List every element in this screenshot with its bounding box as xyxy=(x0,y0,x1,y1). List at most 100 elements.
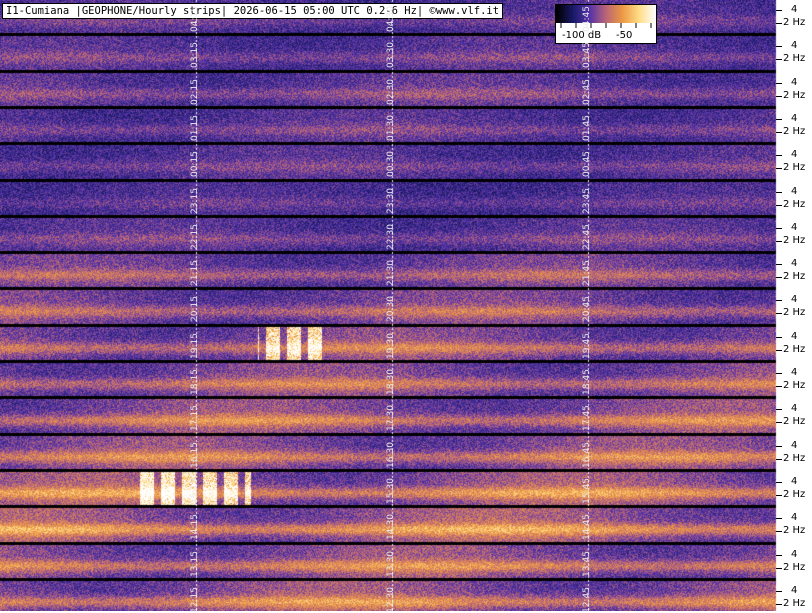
time-label: 00:45 xyxy=(582,151,592,177)
frequency-tick-mark xyxy=(776,96,782,97)
frequency-tick-mark xyxy=(776,300,782,301)
frequency-tick-mark xyxy=(776,446,782,447)
time-label: 15:30 xyxy=(386,478,396,504)
time-label: 12:30 xyxy=(386,587,396,613)
time-label: 00:15 xyxy=(190,151,200,177)
time-label: 17:45 xyxy=(582,405,592,431)
frequency-tick-mark xyxy=(776,313,782,314)
frequency-tick-label: 4 xyxy=(791,512,798,523)
time-label: 23:45 xyxy=(582,188,592,214)
frequency-tick-label: 4 xyxy=(791,585,798,596)
frequency-tick-label: 2 Hz xyxy=(783,416,806,427)
frequency-tick-mark xyxy=(776,10,782,11)
time-label: 19:15 xyxy=(190,333,200,359)
time-label: 22:45 xyxy=(582,224,592,250)
chart-title: I1-Cumiana |GEOPHONE/Hourly strips| 2026… xyxy=(2,3,504,19)
colorbar-gradient xyxy=(556,5,656,23)
frequency-tick-label: 2 Hz xyxy=(783,562,806,573)
frequency-tick-mark xyxy=(776,531,782,532)
frequency-tick-mark xyxy=(776,386,782,387)
time-label: 17:30 xyxy=(386,405,396,431)
time-label: 21:45 xyxy=(582,260,592,286)
time-label: 12:15 xyxy=(190,587,200,613)
frequency-tick-mark xyxy=(776,350,782,351)
frequency-tick-label: 2 Hz xyxy=(783,453,806,464)
time-label: 02:45 xyxy=(582,79,592,105)
frequency-tick-label: 2 Hz xyxy=(783,53,806,64)
time-label: 20:30 xyxy=(386,296,396,322)
frequency-tick-label: 4 xyxy=(791,476,798,487)
time-label: 14:30 xyxy=(386,514,396,540)
frequency-tick-label: 4 xyxy=(791,403,798,414)
time-label: 18:30 xyxy=(386,369,396,395)
time-label: 18:45 xyxy=(582,369,592,395)
time-label: 13:30 xyxy=(386,551,396,577)
time-label: 04:15 xyxy=(190,6,200,32)
frequency-tick-label: 4 xyxy=(791,549,798,560)
frequency-tick-label: 4 xyxy=(791,294,798,305)
frequency-tick-label: 4 xyxy=(791,40,798,51)
time-label: 02:30 xyxy=(386,79,396,105)
frequency-tick-mark xyxy=(776,241,782,242)
time-label: 23:15 xyxy=(190,188,200,214)
time-label: 01:30 xyxy=(386,115,396,141)
frequency-tick-mark xyxy=(776,155,782,156)
frequency-tick-label: 2 Hz xyxy=(783,380,806,391)
frequency-tick-label: 2 Hz xyxy=(783,162,806,173)
frequency-tick-mark xyxy=(776,132,782,133)
colorbar-ticks xyxy=(560,23,652,28)
time-label: 13:15 xyxy=(190,551,200,577)
frequency-tick-mark xyxy=(776,228,782,229)
time-label: 01:45 xyxy=(582,115,592,141)
frequency-tick-label: 2 Hz xyxy=(783,344,806,355)
colorbar-label-max: -50 xyxy=(616,30,633,41)
frequency-tick-mark xyxy=(776,119,782,120)
frequency-tick-mark xyxy=(776,83,782,84)
frequency-tick-mark xyxy=(776,337,782,338)
frequency-tick-label: 2 Hz xyxy=(783,489,806,500)
time-label: 12:45 xyxy=(582,587,592,613)
frequency-tick-mark xyxy=(776,373,782,374)
colorbar: -100 dB -50 xyxy=(555,4,657,44)
time-label: 03:30 xyxy=(386,42,396,68)
time-label: 20:45 xyxy=(582,296,592,322)
time-label: 15:15 xyxy=(190,478,200,504)
frequency-tick-mark xyxy=(776,459,782,460)
frequency-tick-label: 2 Hz xyxy=(783,90,806,101)
spectrogram-strips xyxy=(0,0,812,611)
frequency-tick-mark xyxy=(776,495,782,496)
frequency-tick-label: 4 xyxy=(791,113,798,124)
frequency-tick-mark xyxy=(776,555,782,556)
frequency-tick-label: 2 Hz xyxy=(783,17,806,28)
time-label: 03:15 xyxy=(190,42,200,68)
time-label: 19:45 xyxy=(582,333,592,359)
time-label: 20:15 xyxy=(190,296,200,322)
frequency-tick-mark xyxy=(776,59,782,60)
frequency-tick-mark xyxy=(776,482,782,483)
frequency-tick-label: 2 Hz xyxy=(783,525,806,536)
time-label: 15:45 xyxy=(582,478,592,504)
time-label: 22:30 xyxy=(386,224,396,250)
frequency-tick-label: 4 xyxy=(791,367,798,378)
time-label: 04:30 xyxy=(386,6,396,32)
frequency-tick-mark xyxy=(776,568,782,569)
frequency-tick-label: 2 Hz xyxy=(783,235,806,246)
frequency-tick-mark xyxy=(776,591,782,592)
time-label: 21:15 xyxy=(190,260,200,286)
time-label: 22:15 xyxy=(190,224,200,250)
frequency-tick-mark xyxy=(776,23,782,24)
time-label: 19:30 xyxy=(386,333,396,359)
time-label: 21:30 xyxy=(386,260,396,286)
frequency-tick-label: 4 xyxy=(791,149,798,160)
time-label: 02:15 xyxy=(190,79,200,105)
time-label: 00:30 xyxy=(386,151,396,177)
frequency-tick-label: 2 Hz xyxy=(783,199,806,210)
frequency-tick-label: 4 xyxy=(791,77,798,88)
frequency-tick-label: 2 Hz xyxy=(783,126,806,137)
time-label: 03:45 xyxy=(582,42,592,68)
time-label: 16:30 xyxy=(386,442,396,468)
time-label: 04:45 xyxy=(582,6,592,32)
frequency-tick-mark xyxy=(776,46,782,47)
frequency-tick-label: 4 xyxy=(791,186,798,197)
frequency-tick-mark xyxy=(776,409,782,410)
